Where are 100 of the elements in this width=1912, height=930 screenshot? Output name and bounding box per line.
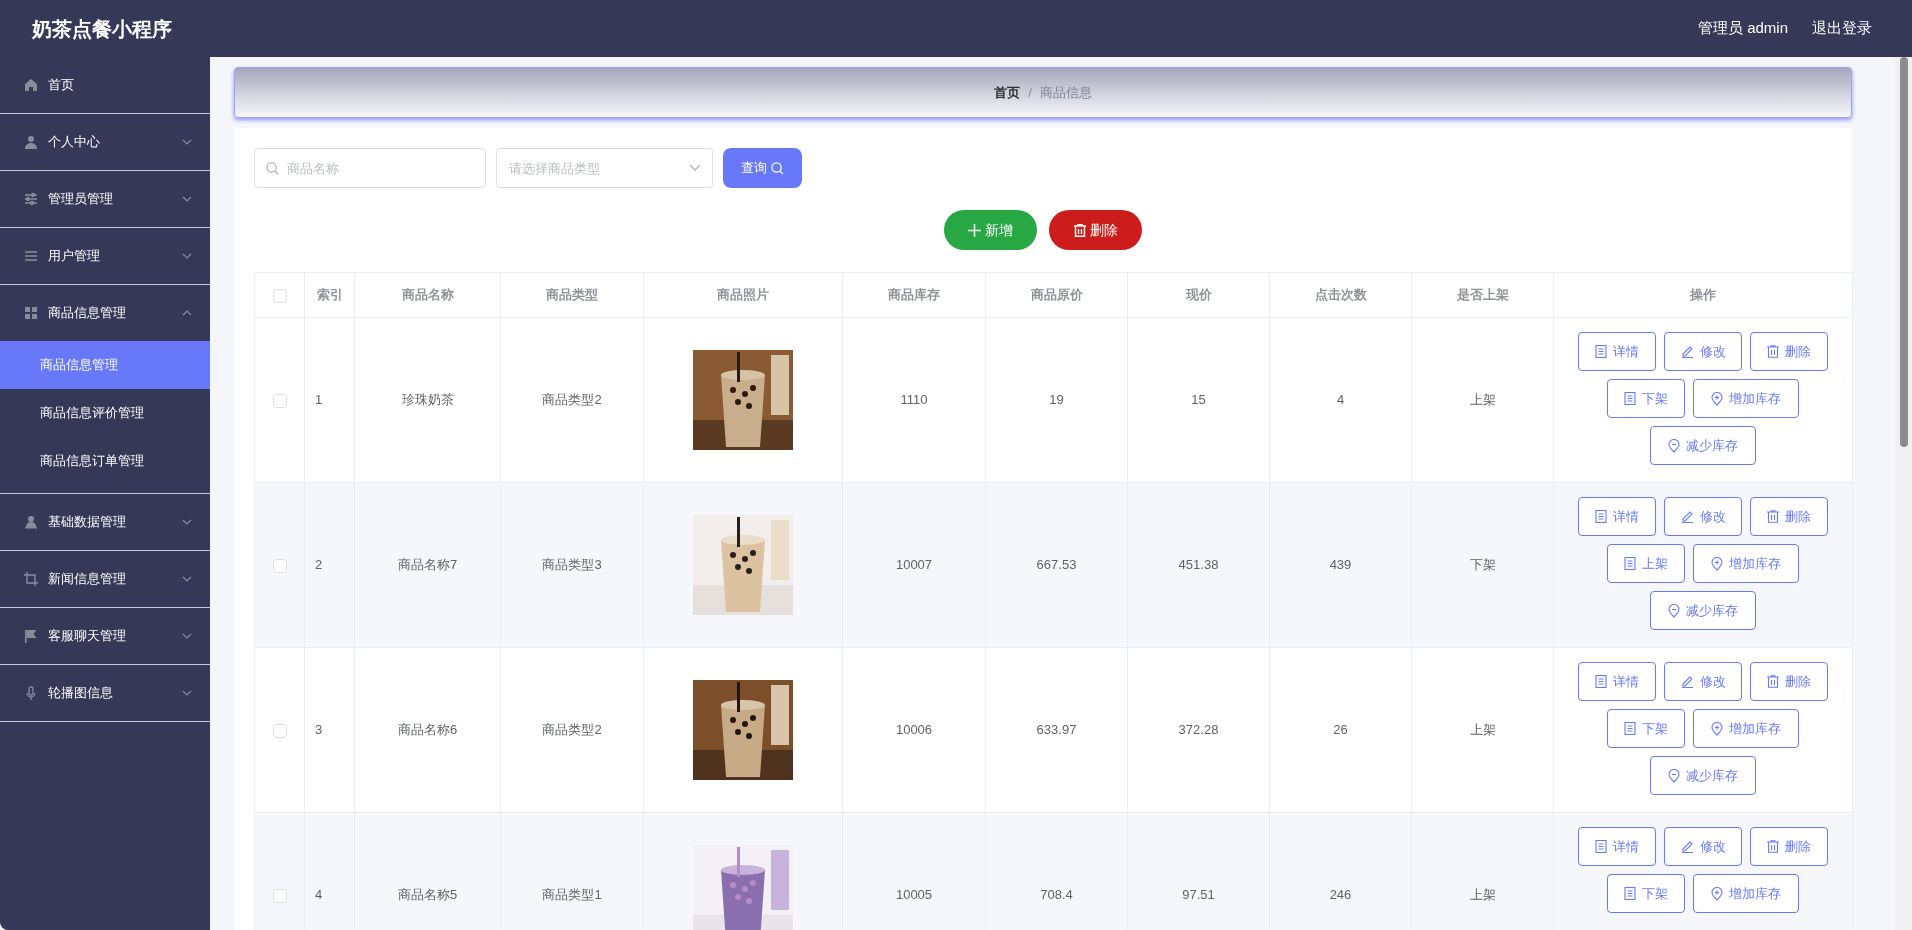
action-button[interactable]: 修改 — [1664, 332, 1742, 371]
action-button[interactable]: 删除 — [1750, 332, 1828, 371]
sidebar-subitem[interactable]: 商品信息订单管理 — [0, 437, 210, 485]
sliders-icon — [24, 192, 38, 206]
action-button[interactable]: 减少库存 — [1650, 756, 1756, 795]
action-button[interactable]: 详情 — [1578, 332, 1656, 371]
pencil-icon — [1680, 345, 1694, 358]
chevron-down-icon — [182, 253, 192, 259]
action-button[interactable]: 修改 — [1664, 662, 1742, 701]
action-button[interactable]: 增加库存 — [1693, 874, 1799, 913]
table-cell: 667.53 — [1036, 557, 1077, 573]
sidebar-item[interactable]: 轮播图信息 — [0, 665, 210, 721]
action-button[interactable]: 修改 — [1664, 827, 1742, 866]
logout-link[interactable]: 退出登录 — [1812, 17, 1872, 40]
table-cell: 商品名称6 — [397, 722, 458, 738]
action-button[interactable]: 删除 — [1750, 662, 1828, 701]
chevron-down-icon — [689, 164, 701, 172]
action-button[interactable]: 减少库存 — [1650, 591, 1756, 630]
breadcrumb-current: 商品信息 — [1039, 83, 1092, 102]
action-button[interactable]: 增加库存 — [1693, 544, 1799, 583]
table-cell: 708.4 — [1040, 887, 1073, 903]
trash-icon — [1767, 840, 1779, 853]
column-header: 是否上架 — [1456, 287, 1509, 303]
action-button[interactable]: 详情 — [1578, 497, 1656, 536]
flag-icon — [24, 629, 38, 643]
home-icon — [24, 78, 38, 92]
action-button[interactable]: 删除 — [1750, 827, 1828, 866]
add-button[interactable]: 新增 — [944, 210, 1037, 250]
user-icon — [24, 135, 38, 149]
sidebar-item[interactable]: 客服聊天管理 — [0, 608, 210, 664]
location-pin-icon — [1668, 603, 1680, 618]
action-button[interactable]: 删除 — [1750, 497, 1828, 536]
action-button[interactable]: 下架 — [1607, 874, 1685, 913]
document-icon — [1624, 722, 1636, 735]
table-cell: 下架 — [1469, 557, 1496, 573]
table-cell: 19 — [1049, 392, 1064, 408]
table-cell: 439 — [1329, 557, 1352, 573]
sidebar-item[interactable]: 基础数据管理 — [0, 494, 210, 550]
chevron-down-icon — [182, 633, 192, 639]
scrollbar-thumb[interactable] — [1899, 57, 1908, 447]
table-cell: 26 — [1333, 722, 1348, 738]
checkbox[interactable] — [272, 558, 287, 573]
app-title: 奶茶点餐小程序 — [32, 16, 172, 42]
column-header: 点击次数 — [1314, 287, 1367, 303]
search-field[interactable]: 商品名称 — [254, 148, 486, 188]
sidebar-item[interactable]: 商品信息管理 — [0, 285, 210, 341]
scrollbar[interactable] — [1895, 57, 1912, 930]
table-cell: 商品类型3 — [542, 557, 602, 573]
table-cell: 10007 — [895, 557, 933, 573]
table-cell: 1 — [315, 392, 323, 408]
table-cell: 15 — [1191, 392, 1206, 408]
column-header: 操作 — [1690, 287, 1716, 303]
document-icon — [1595, 675, 1607, 688]
column-header: 商品名称 — [401, 287, 454, 303]
checkbox[interactable] — [272, 393, 287, 408]
action-button[interactable]: 增加库存 — [1693, 379, 1799, 418]
action-button[interactable]: 下架 — [1607, 379, 1685, 418]
chevron-up-icon — [182, 310, 192, 316]
table-cell: 2 — [315, 557, 323, 573]
column-header: 现价 — [1185, 287, 1212, 303]
action-button[interactable]: 上架 — [1607, 544, 1685, 583]
sidebar-item[interactable]: 首页 — [0, 57, 210, 113]
breadcrumb-link[interactable]: 首页 — [994, 82, 1021, 103]
sidebar-item[interactable]: 用户管理 — [0, 228, 210, 284]
action-button[interactable]: 减少库存 — [1650, 426, 1756, 465]
plus-icon — [968, 223, 981, 237]
action-button[interactable]: 详情 — [1578, 662, 1656, 701]
table-cell: 97.51 — [1182, 887, 1215, 903]
crop-icon — [24, 572, 38, 586]
chevron-down-icon — [182, 196, 192, 202]
action-button[interactable]: 下架 — [1607, 709, 1685, 748]
grid-icon — [24, 306, 38, 320]
checkbox[interactable] — [272, 723, 287, 738]
sidebar-item[interactable]: 管理员管理 — [0, 171, 210, 227]
trash-icon — [1767, 510, 1779, 523]
table-cell: 451.38 — [1178, 557, 1219, 573]
user-label: 管理员 admin — [1697, 18, 1788, 39]
sidebar-item[interactable]: 个人中心 — [0, 114, 210, 170]
sidebar-subitem[interactable]: 商品信息评价管理 — [0, 389, 210, 437]
action-button[interactable]: 修改 — [1664, 497, 1742, 536]
table-cell: 商品类型2 — [542, 722, 602, 738]
action-button[interactable]: 增加库存 — [1693, 709, 1799, 748]
search-icon — [771, 161, 784, 175]
table-cell: 珍珠奶茶 — [401, 392, 454, 408]
type-select[interactable]: 请选择商品类型 — [496, 148, 713, 188]
microphone-icon — [24, 686, 38, 700]
query-button[interactable]: 查询 — [723, 148, 802, 188]
table-cell: 633.97 — [1036, 722, 1077, 738]
checkbox[interactable] — [272, 288, 287, 303]
pencil-icon — [1680, 840, 1694, 853]
location-pin-plus-icon — [1711, 391, 1723, 406]
table-cell: 246 — [1329, 887, 1352, 903]
sidebar-item[interactable]: 新闻信息管理 — [0, 551, 210, 607]
table-cell: 商品类型1 — [542, 887, 602, 903]
sidebar-subitem[interactable]: 商品信息管理 — [0, 341, 210, 389]
checkbox[interactable] — [272, 888, 287, 903]
delete-button[interactable]: 删除 — [1049, 210, 1142, 250]
action-button[interactable]: 详情 — [1578, 827, 1656, 866]
column-header: 商品照片 — [717, 287, 769, 303]
table-cell: 372.28 — [1178, 722, 1219, 738]
